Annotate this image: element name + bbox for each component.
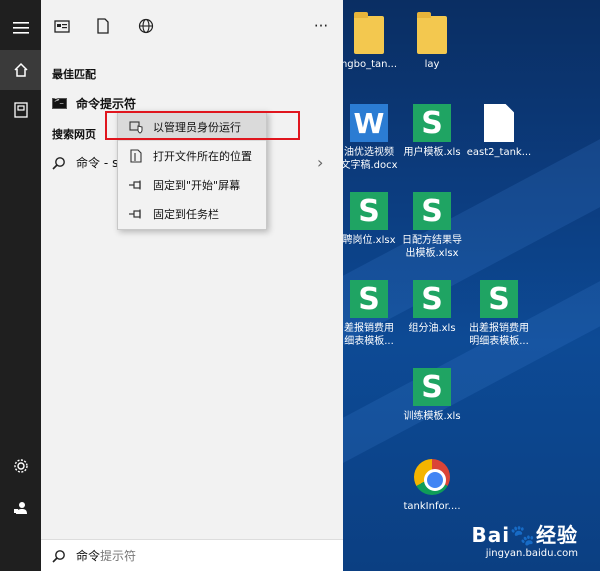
wps-writer-icon: W — [350, 104, 388, 142]
desktop-icon-component-oil[interactable]: S 组分油.xls — [396, 280, 468, 335]
wps-sheet-icon: S — [413, 280, 451, 318]
documents-icon[interactable] — [0, 90, 41, 130]
desktop-icon-recipe-export[interactable]: S 日配方结果导 出模板.xlsx — [396, 192, 468, 260]
pin-icon — [128, 207, 144, 221]
best-match-item[interactable]: 命令提示符 — [52, 95, 136, 112]
search-icon — [52, 549, 65, 563]
start-search-panel: ··· 最佳匹配 命令提示符 搜索网页 命令 - s › 命令 提示符 — [41, 0, 343, 571]
app-icon[interactable] — [50, 14, 74, 38]
settings-icon[interactable] — [0, 446, 41, 486]
desktop-icon-lay[interactable]: lay — [396, 12, 468, 71]
hamburger-menu-icon[interactable] — [0, 8, 41, 48]
menu-pin-to-start[interactable]: 固定到"开始"屏幕 — [118, 171, 266, 199]
baidu-watermark: Bai🐾经验 jingyan.baidu.com — [471, 523, 579, 559]
desktop-icon-east2[interactable]: east2_tank... — [463, 104, 535, 159]
web-search-item[interactable]: 命令 - s — [52, 154, 118, 171]
more-icon[interactable]: ··· — [309, 14, 333, 38]
wps-sheet-icon: S — [350, 280, 388, 318]
wps-sheet-icon: S — [350, 192, 388, 230]
web-search-heading: 搜索网页 — [52, 128, 96, 141]
search-icon — [52, 156, 65, 170]
menu-pin-to-taskbar[interactable]: 固定到任务栏 — [118, 200, 266, 228]
document-icon[interactable] — [91, 14, 115, 38]
best-match-heading: 最佳匹配 — [52, 68, 96, 81]
chrome-icon — [414, 459, 450, 495]
globe-icon[interactable] — [134, 14, 158, 38]
desktop-icon-tankinfo[interactable]: tankInfor.... — [396, 458, 468, 513]
search-typed-text: 命令 — [76, 549, 101, 563]
feedback-icon[interactable] — [0, 488, 41, 528]
wps-sheet-icon: S — [480, 280, 518, 318]
document-icon — [484, 104, 514, 142]
wps-sheet-icon: S — [413, 104, 451, 142]
desktop-icon-expense-2[interactable]: S 出差报销费用 明细表模板... — [463, 280, 535, 348]
folder-ie-icon — [417, 12, 447, 54]
panel-toolbar: ··· — [41, 0, 343, 52]
start-rail — [0, 0, 41, 571]
pin-icon — [128, 178, 144, 192]
home-icon[interactable] — [0, 50, 41, 90]
desktop: ngbo_tan... lay W 油优选视频 文字稿.docx S 用户模板.x… — [343, 0, 600, 571]
search-hint-text: 提示符 — [100, 549, 137, 563]
wps-sheet-icon: S — [413, 368, 451, 406]
search-box[interactable]: 命令 提示符 — [41, 539, 343, 571]
wps-sheet-icon: S — [413, 192, 451, 230]
highlight-annotation-box — [105, 111, 300, 140]
menu-open-file-location[interactable]: 打开文件所在的位置 — [118, 142, 266, 170]
desktop-icon-training[interactable]: S 训练模板.xls — [396, 368, 468, 423]
chevron-right-icon[interactable]: › — [317, 153, 323, 172]
folder-icon — [354, 12, 384, 54]
desktop-icon-user-template[interactable]: S 用户模板.xls — [396, 104, 468, 159]
command-prompt-icon — [52, 96, 67, 109]
folder-location-icon — [128, 149, 144, 163]
